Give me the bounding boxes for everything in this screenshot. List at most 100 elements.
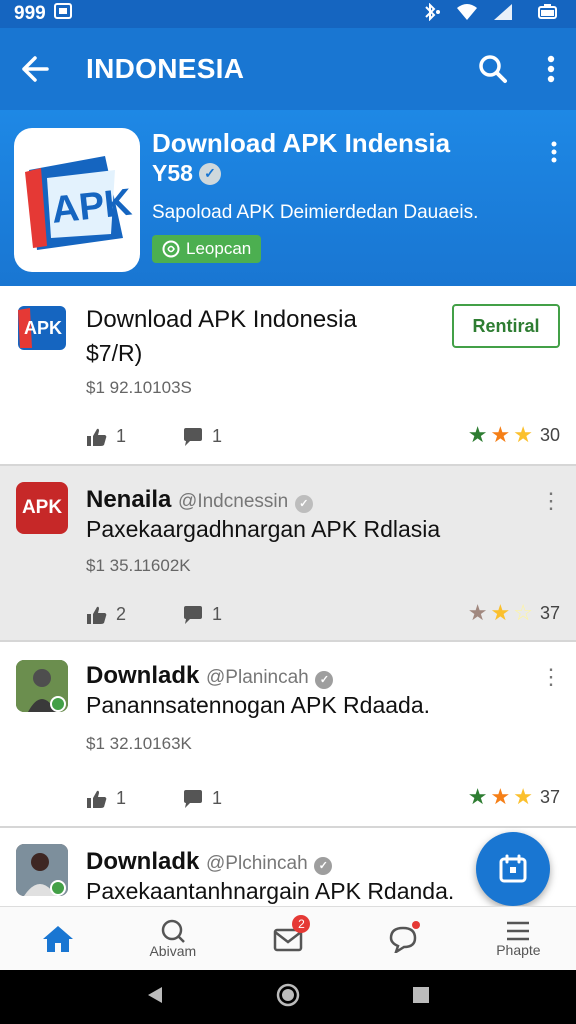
verified-icon: ✓ <box>294 494 313 513</box>
system-back-button[interactable] <box>144 984 166 1011</box>
thumbs-up-icon <box>87 606 107 624</box>
star-icon: ★ <box>467 422 488 447</box>
hero-app-logo: APK <box>14 128 140 272</box>
home-circle-icon <box>276 983 300 1006</box>
system-home-button[interactable] <box>275 982 301 1013</box>
star-icon: ★ <box>467 600 488 625</box>
like-count: 2 <box>116 604 127 624</box>
compose-fab[interactable] <box>476 832 550 906</box>
inbox-badge: 2 <box>292 915 311 933</box>
list-item[interactable]: Downladk @Planincah ✓ ⋮ Panannsatennogan… <box>0 642 576 828</box>
verified-icon: ✓ <box>314 856 333 875</box>
like-count: 1 <box>116 788 127 808</box>
home-icon <box>42 925 73 952</box>
avatar <box>16 844 68 896</box>
comment-count: 1 <box>212 788 223 808</box>
star-icon: ★ <box>490 422 511 447</box>
item-handle: @Plchincah <box>206 853 308 874</box>
system-recents-button[interactable] <box>410 984 432 1011</box>
hero-subtitle: Y58 ✓ <box>152 160 221 187</box>
app-bar: INDONESIA <box>0 28 576 110</box>
star-icon: ☆ <box>513 600 533 625</box>
hero-logo-text: APK <box>50 182 135 232</box>
item-rating: ★ ★ ☆ 37 <box>468 600 560 626</box>
like-button[interactable]: 2 <box>86 604 126 625</box>
item-title: Download APK Indonesia <box>86 306 357 333</box>
item-subtitle: $7/R) <box>86 340 143 366</box>
avatar <box>16 660 68 712</box>
battery-icon <box>538 3 558 25</box>
item-title: Downladk @Plchincah ✓ <box>86 848 333 876</box>
compose-icon <box>499 854 527 883</box>
hero-badge-label: Leopcan <box>186 239 252 258</box>
star-icon: ★ <box>513 422 533 447</box>
item-meta: $1 92.10103S <box>86 378 192 397</box>
nav-menu-label: Phapte <box>496 941 541 958</box>
nav-chat[interactable] <box>346 907 461 970</box>
thumbs-up-icon <box>87 428 107 446</box>
gallery-icon <box>53 3 72 25</box>
hero-more-button[interactable] <box>540 132 568 172</box>
back-triangle-icon <box>148 986 163 1003</box>
wifi-icon <box>456 3 478 26</box>
item-more-button[interactable]: ⋮ <box>540 488 562 514</box>
nav-explore[interactable]: Abivam <box>115 907 230 970</box>
status-bar: 999 <box>0 0 576 28</box>
star-icon: ★ <box>490 784 511 809</box>
explore-icon <box>161 919 185 943</box>
menu-icon <box>507 921 530 940</box>
more-vert-icon <box>547 55 555 83</box>
hero-description: Sapoload APK Deimierdedan Dauaeis. <box>152 202 479 223</box>
nav-menu[interactable]: Phapte <box>461 907 576 970</box>
search-icon <box>479 55 507 83</box>
item-actions: 2 1 <box>86 604 222 625</box>
comment-count: 1 <box>212 426 223 446</box>
search-button[interactable] <box>460 28 526 110</box>
star-icon: ★ <box>490 600 511 625</box>
list-item[interactable]: APK Nenaila @Indcnessin ✓ ⋮ Paxekaargadh… <box>0 466 576 642</box>
nav-inbox[interactable]: 2 <box>230 907 345 970</box>
rating-value: 37 <box>539 786 560 807</box>
status-time: 999 <box>14 3 46 24</box>
comment-icon <box>184 427 203 446</box>
system-navigation-bar <box>0 970 576 1024</box>
rent-button[interactable]: Rentiral <box>452 304 560 348</box>
item-handle: @Indcnessin <box>178 491 289 512</box>
bottom-navigation: Abivam 2 Phapte <box>0 906 576 970</box>
item-title-text: Downladk <box>86 848 200 875</box>
hero-subtitle-text: Y58 <box>152 160 193 186</box>
back-button[interactable] <box>0 28 70 110</box>
item-handle: @Planincah <box>206 667 309 688</box>
item-title-text: Nenaila <box>86 486 172 513</box>
comment-icon <box>184 605 203 624</box>
list-item[interactable]: APK Download APK Indonesia $7/R) $1 92.1… <box>0 286 576 466</box>
like-button[interactable]: 1 <box>86 788 126 809</box>
comment-button[interactable]: 1 <box>182 604 222 625</box>
more-vert-icon <box>551 141 557 163</box>
verified-icon: ✓ <box>198 162 221 185</box>
comment-button[interactable]: 1 <box>182 788 222 809</box>
star-icon: ★ <box>467 784 488 809</box>
hero-banner[interactable]: APK Download APK Indensia Y58 ✓ Sapoload… <box>0 110 576 286</box>
like-button[interactable]: 1 <box>86 426 126 447</box>
recents-square-icon <box>412 986 429 1003</box>
comment-icon <box>184 789 203 808</box>
item-subtitle: Paxekaantanhnargain APK Rdanda. <box>86 878 455 904</box>
avatar-text: APK <box>24 318 62 338</box>
hero-badge[interactable]: Leopcan <box>152 235 262 263</box>
page-title: INDONESIA <box>86 53 245 84</box>
hero-title: Download APK Indensia <box>152 128 451 158</box>
item-meta: $1 35.11602K <box>86 556 191 575</box>
back-arrow-icon <box>22 56 49 82</box>
item-more-button[interactable]: ⋮ <box>540 664 562 690</box>
nav-home[interactable] <box>0 907 115 970</box>
item-title-text: Downladk <box>86 662 200 689</box>
avatar-text: APK <box>21 497 63 518</box>
comment-button[interactable]: 1 <box>182 426 222 447</box>
star-icon: ★ <box>513 784 533 809</box>
item-subtitle: Panannsatennogan APK Rdaada. <box>86 692 431 718</box>
item-rating: ★ ★ ★ 37 <box>468 784 560 810</box>
badge-icon <box>162 240 180 258</box>
item-actions: 1 1 <box>86 426 222 447</box>
overflow-menu-button[interactable] <box>526 28 576 110</box>
